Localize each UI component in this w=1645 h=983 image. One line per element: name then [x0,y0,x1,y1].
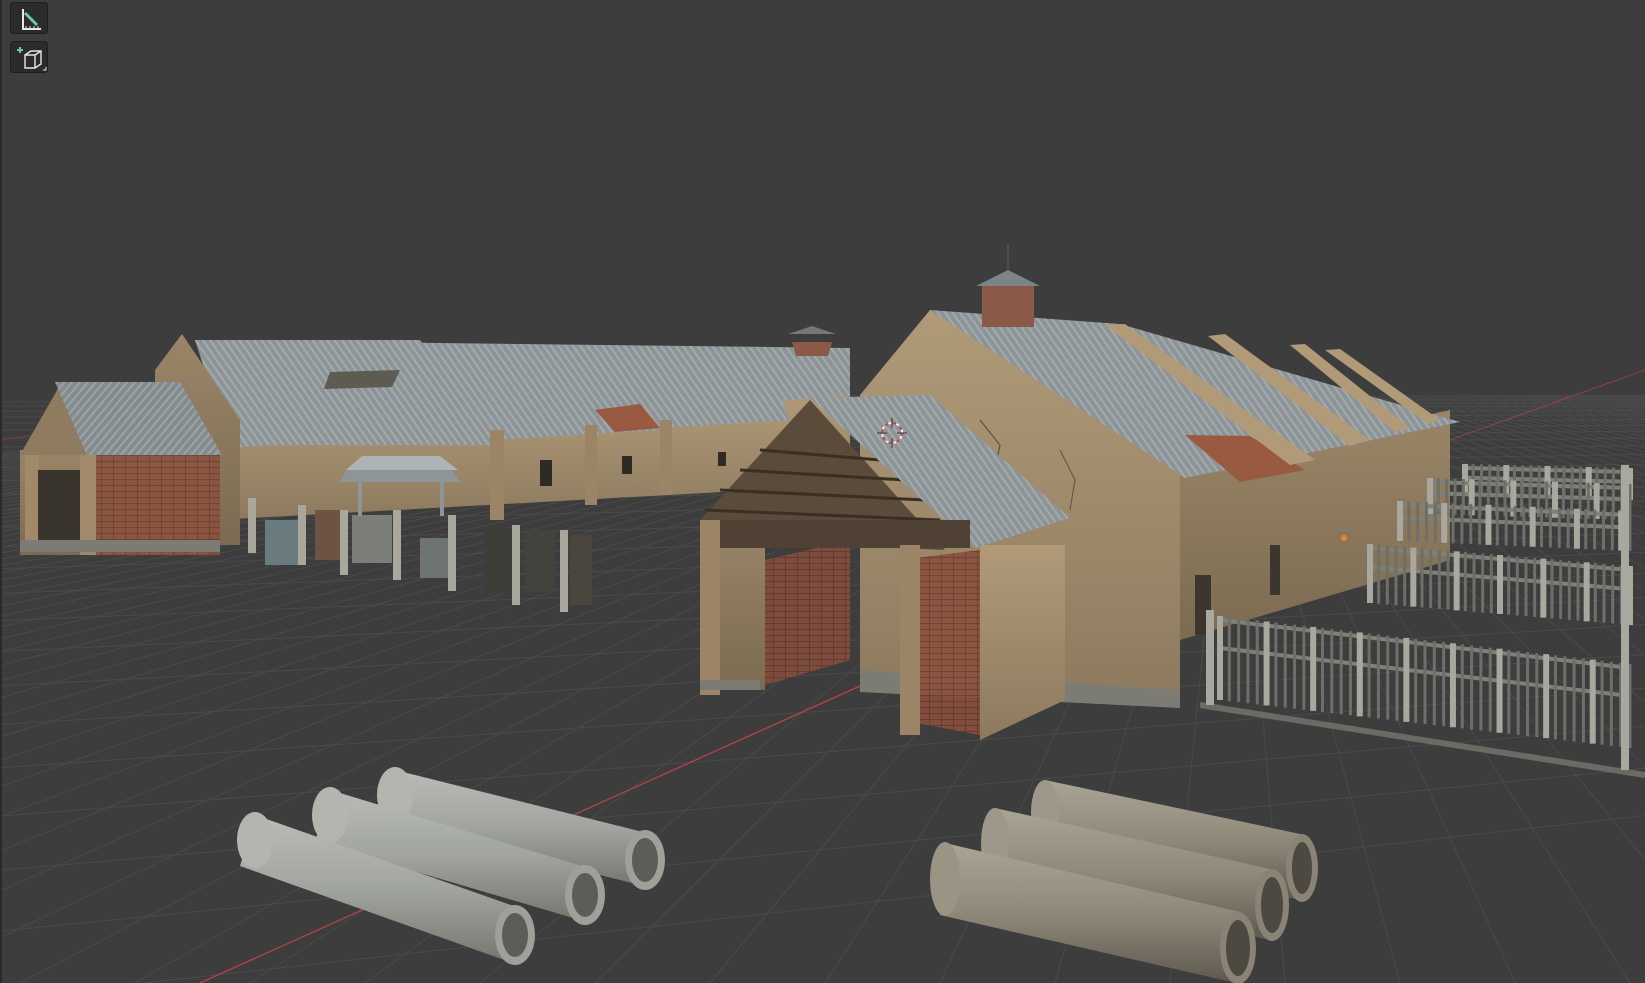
ruler-icon [22,9,41,30]
3d-viewport[interactable] [0,0,1645,983]
add-cube-tool-button[interactable] [10,41,48,73]
viewport-scene[interactable] [0,0,1645,983]
measure-tool-button[interactable] [10,2,48,34]
small-shed-left[interactable] [20,382,222,555]
viewport-edge [0,0,2,983]
add-cube-icon [17,47,47,71]
origin-point[interactable] [1341,535,1347,541]
